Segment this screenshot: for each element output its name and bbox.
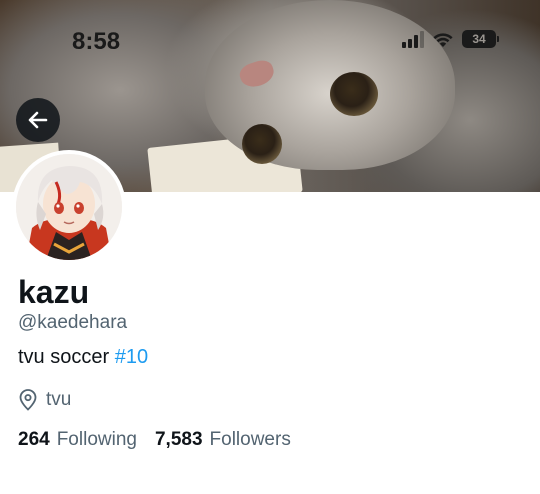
battery-level: 34 [472, 32, 486, 46]
wifi-icon [433, 32, 453, 47]
status-icons: 34 [402, 30, 499, 48]
bio-hashtag-link[interactable]: #10 [115, 346, 148, 368]
bio-text: tvu soccer [18, 346, 115, 368]
arrow-left-icon [28, 111, 48, 129]
display-name: kazu [18, 274, 90, 310]
followers-label: Followers [209, 429, 291, 450]
signal-icon [402, 30, 424, 48]
avatar-illustration [16, 154, 122, 260]
following-count: 264 [18, 429, 50, 450]
battery-icon: 34 [462, 30, 499, 48]
followers-count: 7,583 [154, 429, 203, 450]
follow-stats: 264 Following 7,583 Followers [18, 429, 291, 451]
location: tvu [18, 389, 71, 411]
map-pin-icon [19, 389, 37, 411]
status-time: 8:58 [72, 28, 121, 55]
banner-cat-eye [242, 124, 282, 164]
banner-cat-eye [330, 72, 378, 116]
location-label: tvu [46, 389, 72, 410]
followers-link[interactable]: 7,583 Followers [155, 429, 291, 451]
avatar[interactable] [12, 150, 126, 264]
user-handle: @kaedehara [18, 312, 128, 333]
following-label: Following [56, 429, 137, 450]
bio: tvu soccer #10 [18, 346, 148, 369]
following-link[interactable]: 264 Following [18, 429, 137, 451]
back-button[interactable] [16, 98, 60, 142]
